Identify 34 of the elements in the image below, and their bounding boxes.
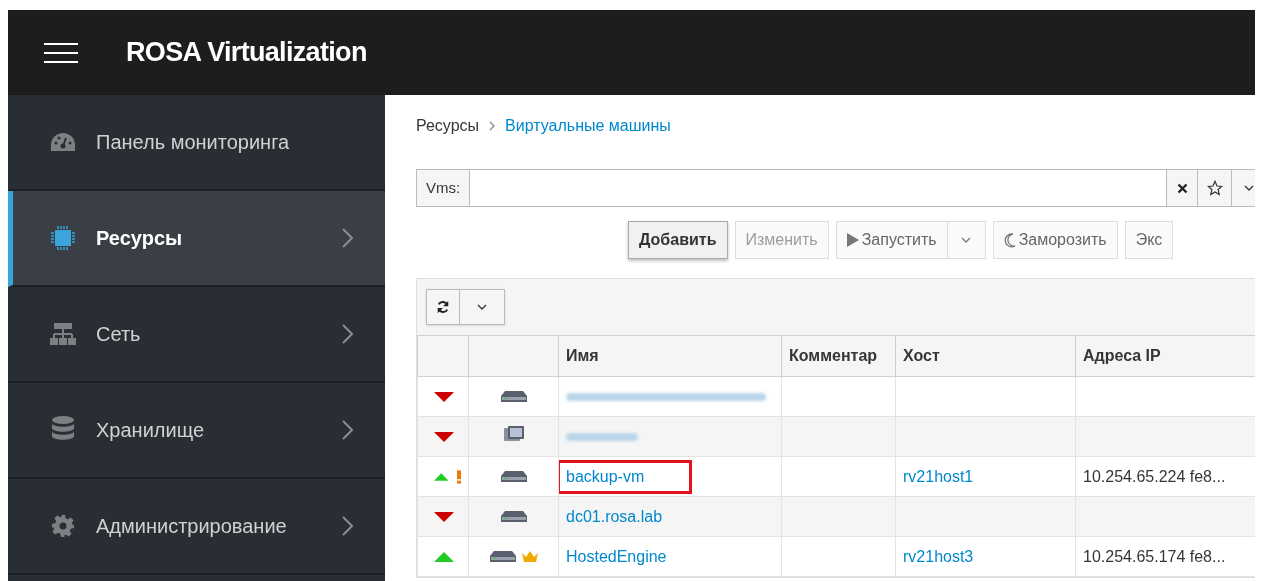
desktop-icon <box>503 425 524 442</box>
moon-icon <box>1003 232 1016 248</box>
toolbar-button[interactable]: Заморозить <box>992 221 1118 259</box>
vm-name-link[interactable]: dc01.rosa.lab <box>566 507 663 525</box>
sidebar-item[interactable]: Ресурсы <box>8 191 385 287</box>
app-title: ROSA Virtualization <box>126 36 367 70</box>
network-icon <box>50 322 76 346</box>
sidebar-item[interactable]: Хранилище <box>8 383 385 479</box>
server-icon <box>500 510 527 522</box>
sidebar-item[interactable]: Сеть <box>8 287 385 383</box>
server-icon <box>500 390 527 402</box>
server-icon <box>500 470 527 482</box>
vm-name-link[interactable]: backup-vm <box>559 459 692 494</box>
ip-address: 10.254.65.174 fe8... <box>1083 547 1226 565</box>
gear-icon <box>51 514 75 538</box>
toolbar-button[interactable]: Добавить <box>628 221 728 259</box>
breadcrumb-current: Виртуальные машины <box>505 116 671 136</box>
gauge-icon <box>50 132 76 152</box>
host-link[interactable]: rv21host3 <box>903 547 974 565</box>
vm-name-link[interactable]: HostedEngine <box>566 547 667 565</box>
server-icon <box>489 550 516 562</box>
toolbar-button[interactable]: Экс <box>1124 221 1174 259</box>
toolbar-button[interactable]: Запустить <box>835 221 948 259</box>
ip-address: 10.254.65.224 fe8... <box>1083 467 1226 485</box>
play-icon <box>846 233 859 247</box>
chevron-icon <box>489 121 496 131</box>
host-link[interactable]: rv21host1 <box>903 467 974 485</box>
menu-icon[interactable] <box>44 42 78 63</box>
chip-icon <box>50 225 76 251</box>
column-header[interactable]: Адреса IP <box>1083 347 1161 364</box>
column-header[interactable]: Имя <box>566 347 599 364</box>
breadcrumb-link[interactable]: Ресурсы <box>416 114 480 138</box>
column-header[interactable]: Хост <box>903 347 940 364</box>
sidebar-item[interactable]: Администрирование <box>8 479 385 575</box>
